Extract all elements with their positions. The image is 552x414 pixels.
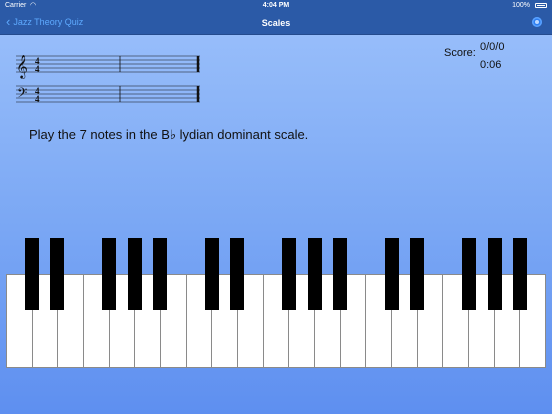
black-key[interactable] bbox=[487, 238, 502, 310]
black-key[interactable] bbox=[127, 238, 142, 310]
black-key[interactable] bbox=[410, 238, 425, 310]
black-key[interactable] bbox=[513, 238, 528, 310]
treble-staff bbox=[16, 55, 200, 73]
gear-icon[interactable] bbox=[532, 17, 542, 27]
bass-staff bbox=[16, 85, 200, 103]
bass-clef-icon: 𝄢 bbox=[17, 85, 27, 104]
black-key[interactable] bbox=[153, 238, 168, 310]
piano-keyboard bbox=[6, 238, 547, 368]
battery-percentage: 100% bbox=[512, 2, 530, 9]
time-signature-bottom: 4 bbox=[35, 64, 40, 74]
black-key[interactable] bbox=[333, 238, 348, 310]
black-key[interactable] bbox=[281, 238, 296, 310]
music-staff: 𝄞 𝄢 4 4 4 4 bbox=[16, 54, 200, 104]
black-key[interactable] bbox=[384, 238, 399, 310]
score-label: Score: bbox=[444, 47, 476, 59]
navigation-bar: ‹ Jazz Theory Quiz Scales bbox=[0, 12, 552, 35]
time-signature-bottom: 4 bbox=[35, 94, 40, 104]
page-title: Scales bbox=[261, 18, 291, 28]
battery-icon bbox=[535, 3, 547, 8]
timer-value: 0:06 bbox=[480, 59, 502, 71]
black-key[interactable] bbox=[50, 238, 65, 310]
status-time: 4:04 PM bbox=[262, 2, 290, 9]
black-key[interactable] bbox=[24, 238, 39, 310]
black-key[interactable] bbox=[101, 238, 116, 310]
black-key[interactable] bbox=[230, 238, 245, 310]
score-value: 0/0/0 bbox=[480, 41, 505, 53]
status-bar: Carrier ◠ 4:04 PM 100% bbox=[0, 0, 552, 12]
black-key[interactable] bbox=[461, 238, 476, 310]
black-key[interactable] bbox=[204, 238, 219, 310]
black-key[interactable] bbox=[307, 238, 322, 310]
treble-clef-icon: 𝄞 bbox=[16, 54, 28, 79]
question-prompt: Play the 7 notes in the B♭ lydian domina… bbox=[29, 127, 309, 142]
